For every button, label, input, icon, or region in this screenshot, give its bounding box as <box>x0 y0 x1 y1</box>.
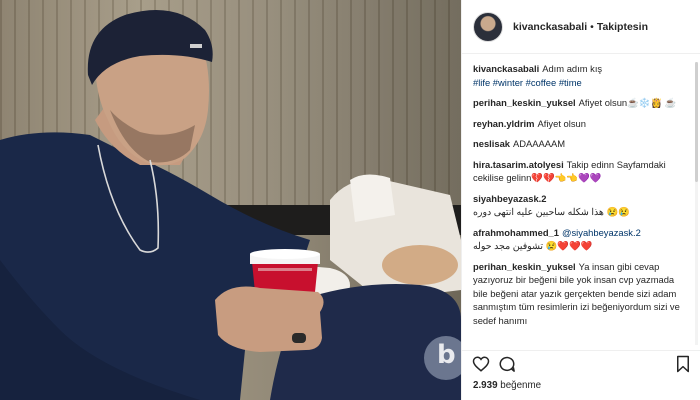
caption-text: Adım adım kış <box>542 63 603 74</box>
header-separator: • <box>590 20 594 33</box>
action-bar <box>462 350 700 374</box>
comment-text: ADAAAAAM <box>513 138 566 149</box>
comment-item: reyhan.yldrim Afiyet olsun <box>473 117 691 131</box>
header-username[interactable]: kivanckasabali <box>513 21 587 33</box>
post-side-panel: kivanckasabali • Takiptesin kivanckasabali… <box>461 0 700 400</box>
comment-text: Afiyet olsun <box>578 97 628 108</box>
photo-illustration <box>0 10 461 400</box>
post-header: kivanckasabali • Takiptesin <box>462 0 700 54</box>
follow-status[interactable]: Takiptesin <box>597 21 648 33</box>
comment-scrollbar[interactable] <box>695 62 698 345</box>
header-user-line: kivanckasabali • Takiptesin <box>513 21 648 33</box>
comment-item: hira.tasarim.atolyesi Takip edinn Sayfamd… <box>473 158 691 185</box>
comment-text: Afiyet olsun <box>537 117 586 129</box>
comment-username[interactable]: siyahbeyazask.2 <box>473 193 547 204</box>
caption: kivanckasabali Adım adım kış #life #winte… <box>473 62 691 89</box>
bookmark-icon[interactable] <box>674 355 692 373</box>
like-count[interactable]: 2.939 beğenme <box>473 380 541 391</box>
caption-username[interactable]: kivanckasabali <box>473 63 539 74</box>
instagram-post-frame: b kivanckasabali • Takiptesin kivanckasaba… <box>0 0 700 400</box>
comment-username[interactable]: neslisak <box>473 138 510 149</box>
comment-username[interactable]: afrahmohammed_1 <box>473 227 559 238</box>
comment-username[interactable]: perihan_keskin_yuksel <box>473 261 576 272</box>
comment-username[interactable]: reyhan.yldrim <box>473 118 534 129</box>
comment-username[interactable]: hira.tasarim.atolyesi <box>473 159 564 170</box>
comment-text: هذا شكله ساحبين عليه انتهى دوره <box>473 206 604 217</box>
comment-item: perihan_keskin_yuksel Ya insan gibi cevap… <box>473 260 691 328</box>
comment-item: afrahmohammed_1 @siyahbeyazask.2 تشوفين م… <box>473 226 691 253</box>
watermark-logo: b <box>424 336 461 380</box>
comment-list[interactable]: kivanckasabali Adım adım kış #life #winte… <box>462 62 700 345</box>
comment-emoji: ☕️❄️👸 ☕️ <box>627 97 677 108</box>
comment-text: تشوفين مجد حوله <box>473 240 543 251</box>
comment-emoji: 😢😢 <box>606 206 630 217</box>
heart-icon[interactable] <box>472 355 490 373</box>
comment-item: neslisak ADAAAAAM <box>473 137 691 151</box>
caption-hashtags[interactable]: #life #winter #coffee #time <box>473 77 582 88</box>
comment-mention[interactable]: @siyahbeyazask.2 <box>562 227 641 238</box>
comment-username[interactable]: perihan_keskin_yuksel <box>473 97 576 108</box>
comment-emoji: 💔💔👈👈💜💜 <box>531 172 602 183</box>
comment-emoji: 😢❤️❤️❤️ <box>545 240 593 251</box>
like-label: beğenme <box>500 380 542 391</box>
scrollbar-thumb[interactable] <box>695 62 698 182</box>
avatar[interactable] <box>473 11 503 42</box>
post-photo[interactable]: b <box>0 0 461 400</box>
like-number: 2.939 <box>473 380 498 391</box>
comment-item: siyahbeyazask.2 هذا شكله ساحبين عليه انت… <box>473 192 691 219</box>
comment-icon[interactable] <box>498 355 516 373</box>
comment-item: perihan_keskin_yuksel Afiyet olsun☕️❄️👸 ☕… <box>473 96 691 110</box>
